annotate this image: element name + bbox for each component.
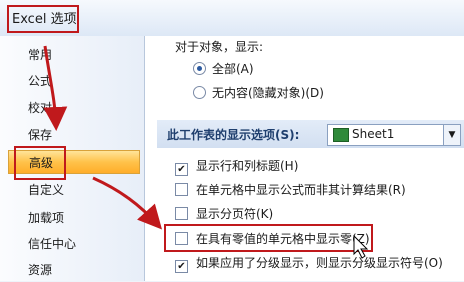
annotation-arrows <box>43 45 369 259</box>
arrow-advanced-to-zero-option <box>92 176 163 230</box>
arrow-title-to-advanced <box>43 45 68 131</box>
mouse-cursor-icon <box>353 234 369 259</box>
